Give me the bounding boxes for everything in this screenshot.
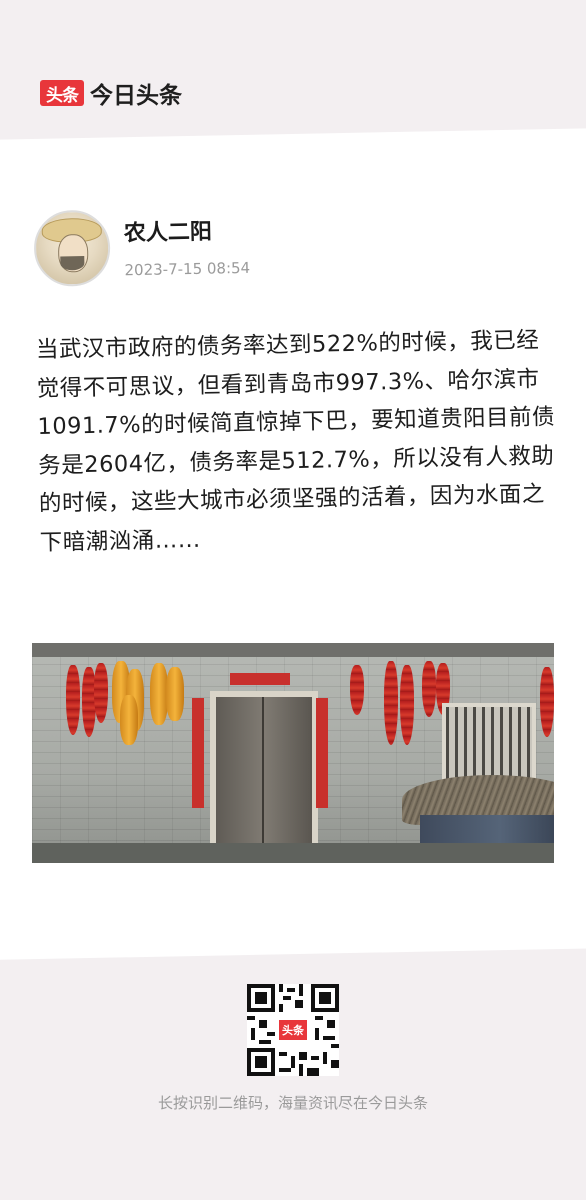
hanging-corn-icon [166, 667, 184, 721]
post-timestamp: 2023-7-15 08:54 [124, 258, 251, 280]
author-name[interactable]: 农人二阳 [123, 213, 249, 247]
hanging-chili-icon [422, 661, 436, 717]
door-banner [230, 673, 290, 685]
avatar[interactable] [33, 209, 111, 287]
post-body-text: 当武汉市政府的债务率达到522%的时候，我已经觉得不可思议，但看到青岛市997.… [35, 327, 556, 556]
hanging-chili-icon [66, 665, 80, 735]
brand-name: 今日头条 [90, 83, 182, 109]
brand-header: 头条 今日头条 [40, 78, 182, 109]
hanging-chili-icon [384, 661, 398, 745]
roof-edge [32, 643, 554, 657]
post-content: 农人二阳 2023-7-15 08:54 当武汉市政府的债务率达到522%的时候… [33, 201, 564, 562]
hanging-chili-icon [400, 665, 414, 745]
hanging-chili-icon [350, 665, 364, 715]
author-meta: 农人二阳 2023-7-15 08:54 [123, 213, 251, 280]
hanging-chili-icon [94, 663, 108, 723]
ground [32, 843, 554, 863]
author-row: 农人二阳 2023-7-15 08:54 [33, 201, 558, 287]
hanging-corn-icon [120, 695, 138, 745]
post-image[interactable] [32, 643, 554, 863]
qr-code[interactable]: 头条 [247, 984, 339, 1076]
right-couplet [316, 698, 328, 808]
hanging-chili-icon [540, 667, 554, 737]
toutiao-logo-icon: 头条 [40, 80, 84, 106]
left-couplet [192, 698, 204, 808]
toutiao-badge-icon: 头条 [276, 1017, 310, 1043]
qr-caption: 长按识别二维码，海量资讯尽在今日头条 [157, 1094, 428, 1112]
wooden-door [210, 691, 318, 853]
